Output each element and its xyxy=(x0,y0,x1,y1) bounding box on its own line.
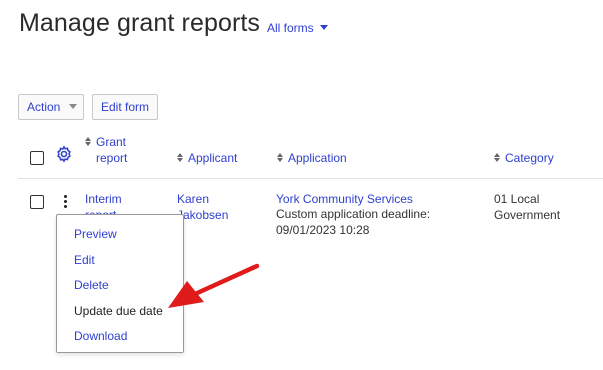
application-deadline: Custom application deadline: 09/01/2023 … xyxy=(276,207,431,237)
forms-filter-dropdown[interactable]: All forms xyxy=(267,21,328,35)
select-all-checkbox[interactable] xyxy=(30,151,44,165)
sort-icon xyxy=(177,153,183,162)
sort-icon xyxy=(494,153,500,162)
forms-filter-label: All forms xyxy=(267,21,314,35)
gear-icon[interactable] xyxy=(55,145,73,163)
application-header-label: Application xyxy=(288,151,347,165)
row-actions-icon[interactable] xyxy=(64,195,68,210)
column-header-applicant[interactable]: Applicant xyxy=(177,150,237,166)
category-value: 01 Local Government xyxy=(494,192,561,222)
action-button-label: Action xyxy=(27,100,61,114)
column-header-category[interactable]: Category xyxy=(494,150,554,166)
action-button[interactable]: Action xyxy=(18,94,84,120)
applicant-link[interactable]: Karen Jakobsen xyxy=(177,192,237,223)
chevron-down-icon xyxy=(319,25,328,30)
menu-item-preview[interactable]: Preview xyxy=(57,223,183,249)
page-title: Manage grant reports xyxy=(19,9,261,37)
category-header-label: Category xyxy=(505,151,554,165)
grant-report-header-label: Grant report xyxy=(96,135,128,165)
column-header-grant-report[interactable]: Grant report xyxy=(85,134,151,166)
sort-icon xyxy=(85,137,91,146)
row-checkbox[interactable] xyxy=(30,195,44,209)
annotation-arrow-icon xyxy=(168,263,260,308)
sort-icon xyxy=(277,153,283,162)
header-divider xyxy=(18,178,603,179)
applicant-header-label: Applicant xyxy=(188,151,238,165)
edit-form-button[interactable]: Edit form xyxy=(92,94,158,120)
menu-item-download[interactable]: Download xyxy=(57,325,183,351)
chevron-down-icon xyxy=(69,104,78,109)
application-link[interactable]: York Community Services xyxy=(276,192,413,208)
column-header-application[interactable]: Application xyxy=(277,150,347,166)
